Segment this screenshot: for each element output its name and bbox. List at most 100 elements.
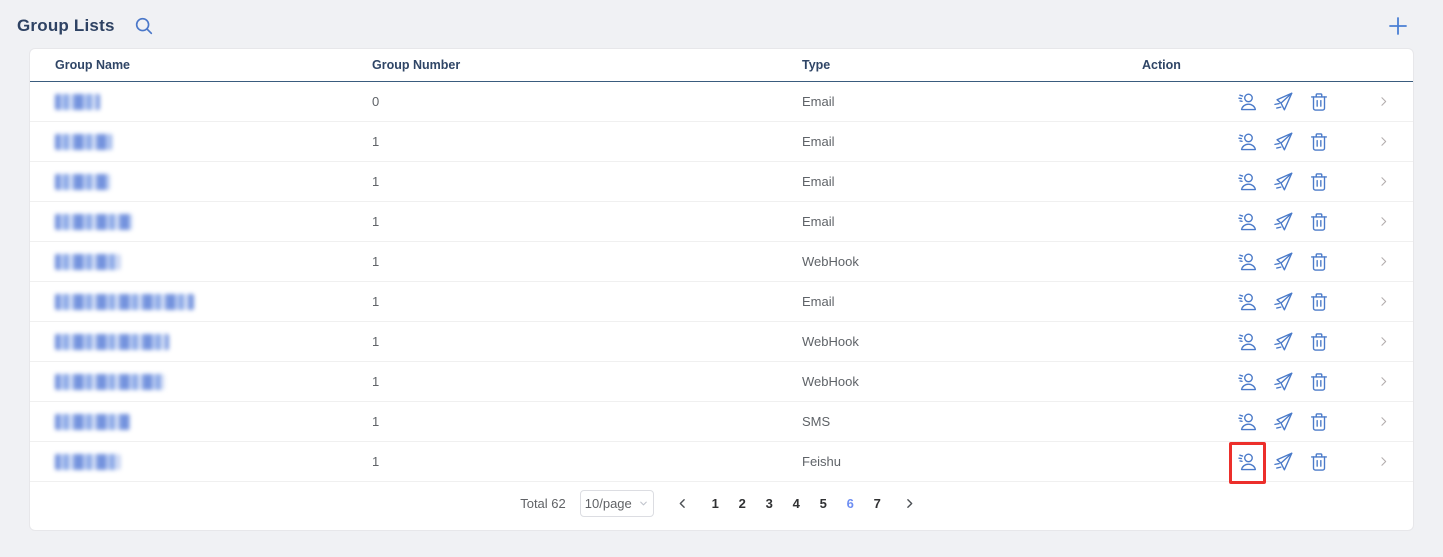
group-name-cell [55,133,372,150]
group-name-redacted[interactable] [55,334,169,350]
action-icons [1236,131,1330,153]
trash-icon[interactable] [1308,331,1330,353]
user-icon[interactable] [1236,371,1258,393]
action-icons [1236,251,1330,273]
user-icon[interactable] [1236,291,1258,313]
column-header-action: Action [1142,58,1413,72]
page-number-button[interactable]: 6 [837,490,864,516]
group-name-redacted[interactable] [55,414,130,430]
group-number-cell: 1 [372,414,802,429]
user-icon[interactable] [1236,251,1258,273]
user-icon[interactable] [1236,211,1258,233]
page-size-select[interactable]: 10/page [580,490,654,517]
expand-row-button[interactable] [1376,414,1391,429]
action-icons [1236,371,1330,393]
trash-icon[interactable] [1308,291,1330,313]
page-number-button[interactable]: 7 [864,490,891,516]
chevron-right-icon [1376,214,1391,229]
user-icon[interactable] [1236,411,1258,433]
chevron-left-icon [676,497,689,510]
page-number-button[interactable]: 4 [783,490,810,516]
action-icons [1236,291,1330,313]
send-icon[interactable] [1272,291,1294,313]
user-icon[interactable] [1236,451,1258,473]
expand-row-button[interactable] [1376,334,1391,349]
expand-row-button[interactable] [1376,374,1391,389]
expand-row-button[interactable] [1376,134,1391,149]
send-icon[interactable] [1272,211,1294,233]
user-icon[interactable] [1236,331,1258,353]
table-row: 1 WebHook [30,362,1413,402]
send-icon[interactable] [1272,171,1294,193]
table-row: 1 WebHook [30,322,1413,362]
page-number-button[interactable]: 2 [729,490,756,516]
topbar: Group Lists [0,0,1443,48]
action-cell [1142,331,1413,353]
action-icons [1236,411,1330,433]
chevron-right-icon [1376,94,1391,109]
column-header-group-name: Group Name [55,58,372,72]
user-icon[interactable] [1236,91,1258,113]
send-icon[interactable] [1272,451,1294,473]
send-icon[interactable] [1272,411,1294,433]
type-cell: WebHook [802,374,1142,389]
expand-row-button[interactable] [1376,214,1391,229]
user-icon[interactable] [1236,131,1258,153]
send-icon[interactable] [1272,331,1294,353]
send-icon[interactable] [1272,91,1294,113]
group-name-redacted[interactable] [55,374,165,390]
page-size-value: 10/page [585,496,632,511]
next-page-button[interactable] [897,490,923,516]
trash-icon[interactable] [1308,371,1330,393]
page-number-button[interactable]: 1 [702,490,729,516]
action-cell [1142,371,1413,393]
trash-icon[interactable] [1308,171,1330,193]
pagination-total: Total 62 [520,496,566,511]
group-name-redacted[interactable] [55,174,110,190]
chevron-right-pager-icon [903,497,916,510]
action-cell [1142,291,1413,313]
search-icon [133,15,155,37]
search-button[interactable] [133,15,155,37]
expand-row-button[interactable] [1376,174,1391,189]
plus-icon [1386,14,1410,38]
group-name-cell [55,453,372,470]
send-icon[interactable] [1272,251,1294,273]
trash-icon[interactable] [1308,251,1330,273]
trash-icon[interactable] [1308,131,1330,153]
user-icon[interactable] [1236,171,1258,193]
expand-row-button[interactable] [1376,294,1391,309]
send-icon[interactable] [1272,371,1294,393]
page-number-button[interactable]: 5 [810,490,837,516]
expand-row-button[interactable] [1376,254,1391,269]
action-icons [1236,451,1330,473]
add-group-button[interactable] [1386,14,1410,38]
page-number-button[interactable]: 3 [756,490,783,516]
prev-page-button[interactable] [670,490,696,516]
group-number-cell: 1 [372,214,802,229]
table-row: 1 Feishu [30,442,1413,482]
trash-icon[interactable] [1308,211,1330,233]
group-list-card: Group Name Group Number Type Action 0 Em… [29,48,1414,531]
action-cell [1142,411,1413,433]
group-name-redacted[interactable] [55,454,120,470]
group-name-redacted[interactable] [55,294,194,310]
group-name-redacted[interactable] [55,254,120,270]
table-header-row: Group Name Group Number Type Action [30,49,1413,82]
expand-row-button[interactable] [1376,454,1391,469]
trash-icon[interactable] [1308,91,1330,113]
action-cell [1142,131,1413,153]
trash-icon[interactable] [1308,411,1330,433]
expand-row-button[interactable] [1376,94,1391,109]
pagination: Total 62 10/page 1234567 [30,482,1413,524]
group-name-redacted[interactable] [55,214,132,230]
group-name-redacted[interactable] [55,94,100,110]
type-cell: WebHook [802,334,1142,349]
group-number-cell: 0 [372,94,802,109]
chevron-right-icon [1376,254,1391,269]
group-name-cell [55,413,372,430]
group-name-redacted[interactable] [55,134,112,150]
trash-icon[interactable] [1308,451,1330,473]
send-icon[interactable] [1272,131,1294,153]
action-icons [1236,331,1330,353]
